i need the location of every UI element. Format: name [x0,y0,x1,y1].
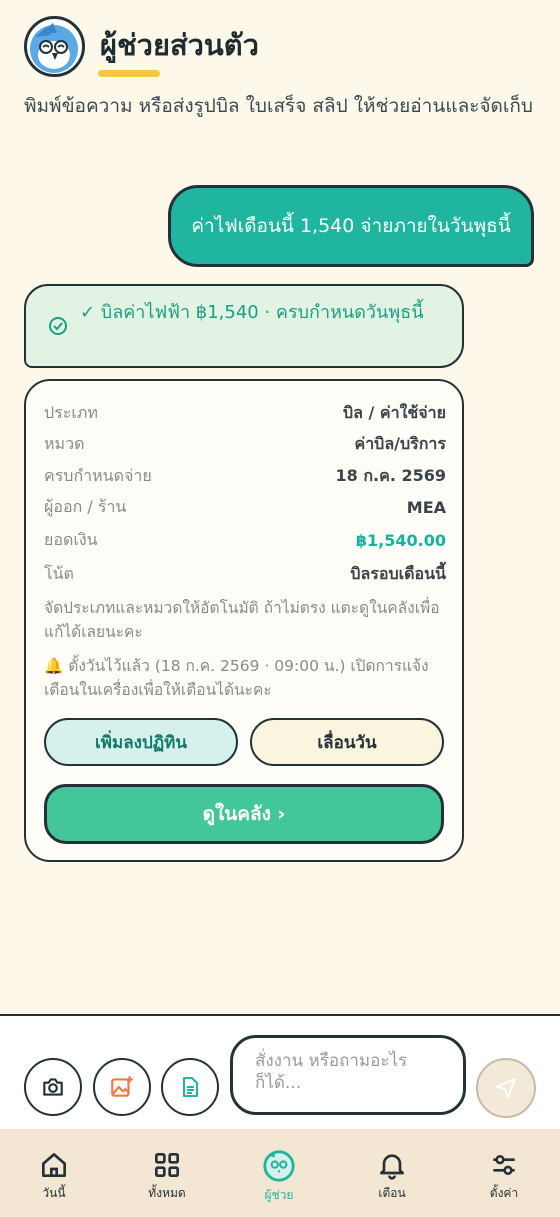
bell-icon: 🔔 [44,657,64,675]
avatar [24,16,85,77]
page-subtitle: พิมพ์ข้อความ หรือส่งรูปบิล ใบเสร็จ สลิป … [24,95,533,117]
nav-label: ผู้ช่วย [264,1188,294,1202]
reminder-note: 🔔 ตั้งวันไว้แล้ว (18 ก.ค. 2569 · 09:00 น… [44,654,446,702]
send-button[interactable] [476,1058,536,1118]
assistant-icon [263,1150,295,1182]
nav-wave-decoration [0,1129,560,1139]
bottom-nav: วันนี้ ทั้งหมด ผู้ช่วย เตือน ตั้งค่า [0,1129,560,1217]
detail-row-issuer: ผู้ออก / ร้าน MEA [44,495,446,519]
summary-text: ✓ บิลค่าไฟฟ้า ฿1,540 · ครบกำหนดวันพุธนี้ [80,302,424,323]
nav-label: วันนี้ [42,1186,66,1200]
bird-mascot-icon [30,23,78,73]
detail-label: ยอดเงิน [44,529,98,549]
detail-value: MEA [406,497,446,517]
detail-value: บิลรอบเดือนนี้ [350,563,446,583]
detail-label: หมวด [44,433,85,453]
document-icon [183,1077,198,1097]
bell-icon [380,1154,404,1180]
detail-row-amount: ยอดเงิน ฿1,540.00 [44,528,446,552]
amount-value: ฿1,540.00 [355,530,446,550]
detail-value: 18 ก.ค. 2569 [335,465,446,485]
user-message-bubble: ค่าไฟเดือนนี้ 1,540 จ่ายภายในวันพุธนี้ [168,185,534,267]
detail-value: ค่าบิล/บริการ [354,433,446,453]
attach-document-button[interactable] [161,1058,219,1116]
check-circle-icon [49,317,67,335]
send-icon [496,1078,516,1098]
nav-item-all[interactable]: ทั้งหมด [127,1149,207,1217]
view-in-library-button[interactable]: ดูในคลัง › [44,784,444,844]
image-plus-icon [111,1076,133,1097]
auto-classify-note: จัดประเภทและหมวดให้อัตโนมัติ ถ้าไม่ตรง แ… [44,599,440,641]
nav-label: ทั้งหมด [148,1186,186,1200]
detail-label: โน้ต [44,563,74,583]
detail-label: ครบกำหนดจ่าย [44,465,152,485]
detail-value: บิล / ค่าใช้จ่าย [342,402,446,422]
nav-label: เตือน [378,1186,406,1200]
settings-sliders-icon [493,1155,515,1175]
summary-bubble: ✓ บิลค่าไฟฟ้า ฿1,540 · ครบกำหนดวันพุธนี้ [24,284,464,368]
detail-row-type: ประเภท บิล / ค่าใช้จ่าย [44,401,446,425]
chat-input-bar [0,1014,560,1129]
grid-icon [155,1153,179,1177]
nav-item-today[interactable]: วันนี้ [14,1149,94,1217]
detail-row-due-date: ครบกำหนดจ่าย 18 ก.ค. 2569 [44,464,446,488]
add-to-calendar-button[interactable]: เพิ่มลงปฏิทิน [44,718,238,766]
camera-button[interactable] [24,1058,82,1116]
user-message-text: ค่าไฟเดือนนี้ 1,540 จ่ายภายในวันพุธนี้ [191,215,511,237]
reminder-text: ตั้งวันไว้แล้ว (18 ก.ค. 2569 · 09:00 น.)… [44,657,429,699]
add-image-button[interactable] [93,1058,151,1116]
page-title: ผู้ช่วยส่วนตัว [100,28,259,62]
detail-label: ประเภท [44,402,98,422]
detail-row-note: โน้ต บิลรอบเดือนนี้ [44,562,446,586]
detail-label: ผู้ออก / ร้าน [44,496,127,516]
postpone-button[interactable]: เลื่อนวัน [250,718,444,766]
nav-label: ตั้งค่า [489,1186,519,1200]
chat-input[interactable] [230,1035,466,1115]
nav-item-assistant[interactable]: ผู้ช่วย [239,1149,319,1217]
camera-icon [43,1078,63,1096]
home-icon [42,1153,66,1177]
nav-item-settings[interactable]: ตั้งค่า [464,1149,544,1217]
detail-row-category: หมวด ค่าบิล/บริการ [44,432,446,456]
nav-item-reminders[interactable]: เตือน [352,1149,432,1217]
title-underline [98,70,160,77]
bill-detail-card: ประเภท บิล / ค่าใช้จ่าย หมวด ค่าบิล/บริก… [24,379,464,862]
